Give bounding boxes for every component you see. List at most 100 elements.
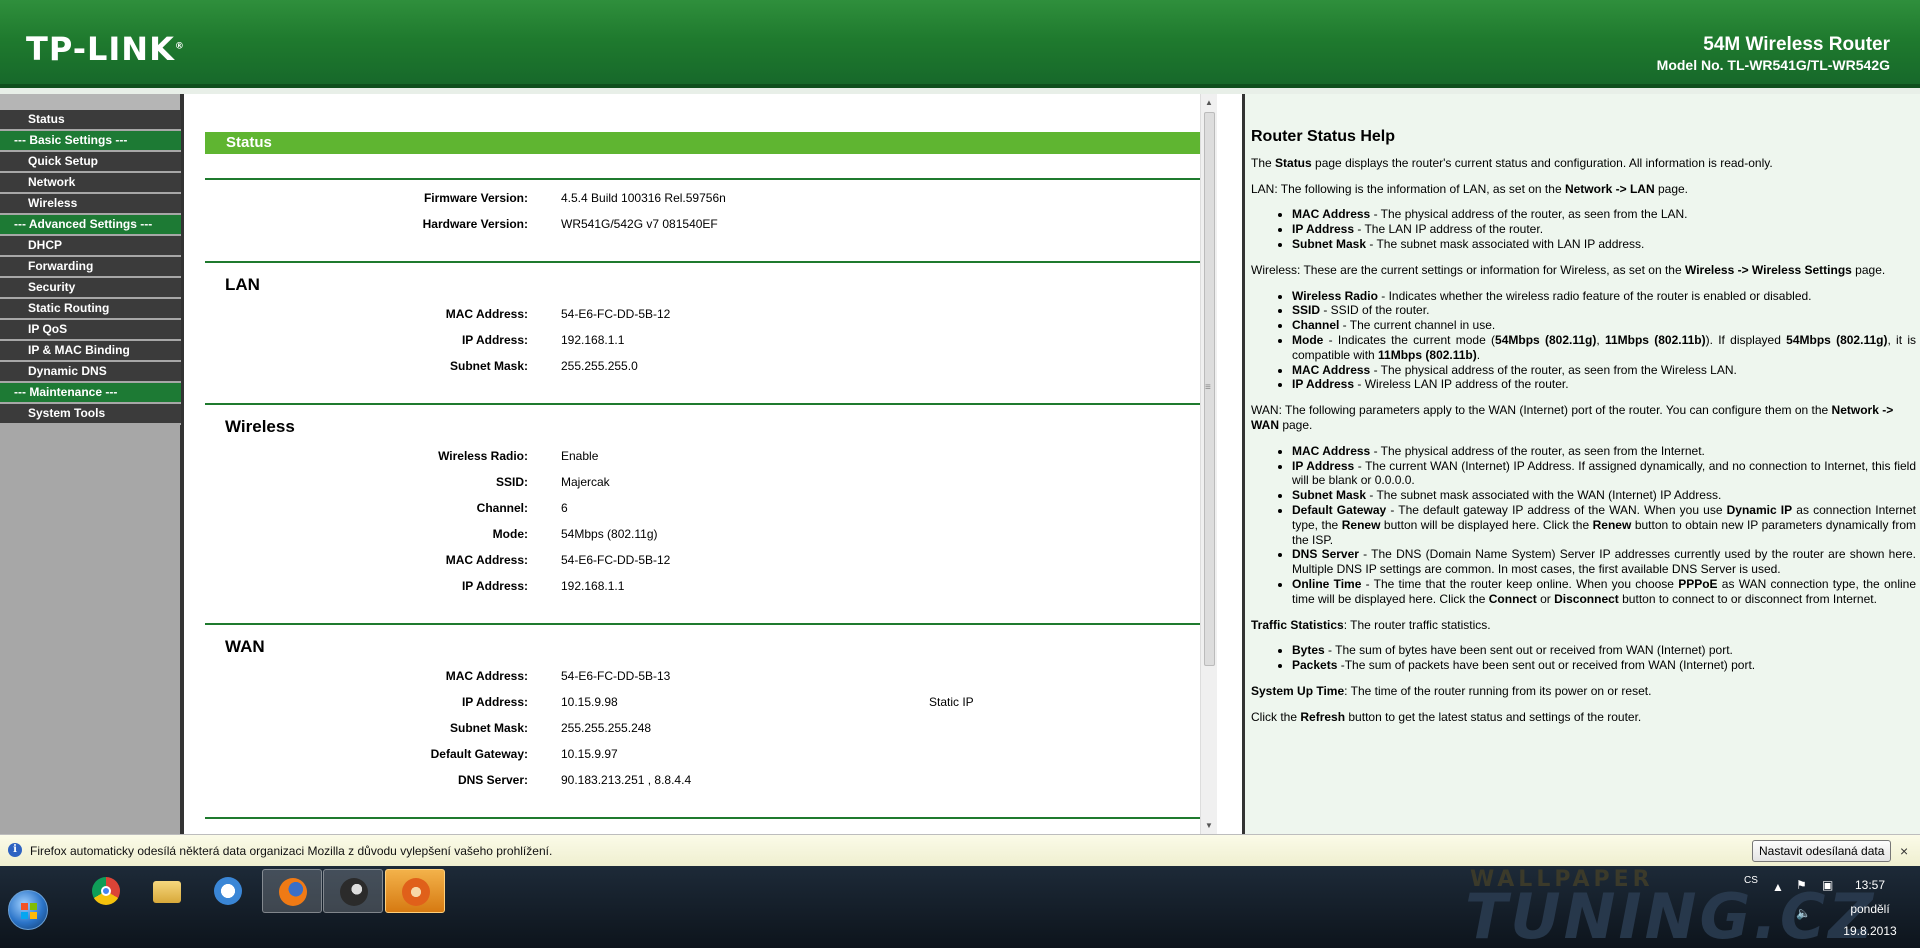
wireless-ip-value: 192.168.1.1 bbox=[561, 579, 625, 593]
menu-item-dhcp[interactable]: DHCP bbox=[0, 236, 181, 257]
menu-item-wireless[interactable]: Wireless bbox=[0, 194, 181, 215]
wan-mac-value: 54-E6-FC-DD-5B-13 bbox=[561, 669, 671, 683]
list-item: Mode - Indicates the current mode (54Mbp… bbox=[1292, 333, 1916, 363]
notification-text: Firefox automaticky odesílá některá data… bbox=[30, 844, 553, 858]
wan-ip-value: 10.15.9.98 bbox=[561, 695, 618, 709]
status-title-bar: Status bbox=[205, 132, 1217, 154]
menu-item-dynamic-dns[interactable]: Dynamic DNS bbox=[0, 362, 181, 383]
help-intro: The Status page displays the router's cu… bbox=[1251, 155, 1773, 170]
uplay-icon bbox=[214, 877, 242, 905]
wan-ip-label: IP Address: bbox=[461, 695, 528, 709]
scroll-down-arrow-icon[interactable]: ▼ bbox=[1205, 821, 1213, 830]
menu-top-spacer bbox=[0, 94, 180, 110]
divider bbox=[205, 403, 1217, 405]
header-banner: TP-LINK® 54M Wireless Router Model No. T… bbox=[0, 0, 1920, 88]
list-item: Wireless Radio - Indicates whether the w… bbox=[1292, 289, 1916, 304]
start-button[interactable] bbox=[8, 890, 48, 930]
menu-item-quick-setup[interactable]: Quick Setup bbox=[0, 152, 181, 173]
scroll-grip-icon: ≡ bbox=[1205, 382, 1211, 393]
menu-item-network[interactable]: Network bbox=[0, 173, 181, 194]
taskbar-media-app[interactable] bbox=[385, 869, 445, 913]
list-item: Online Time - The time that the router k… bbox=[1292, 577, 1916, 607]
show-hidden-icons-icon[interactable]: ▲ bbox=[1772, 880, 1784, 894]
wan-gateway-value: 10.15.9.97 bbox=[561, 747, 618, 761]
scroll-up-arrow-icon[interactable]: ▲ bbox=[1205, 98, 1213, 107]
help-wireless-list: Wireless Radio - Indicates whether the w… bbox=[1292, 289, 1916, 393]
firmware-version-label: Firmware Version: bbox=[423, 191, 528, 205]
list-item: Bytes - The sum of bytes have been sent … bbox=[1292, 643, 1916, 658]
lan-ip-label: IP Address: bbox=[461, 333, 528, 347]
mode-value: 54Mbps (802.11g) bbox=[561, 527, 658, 541]
wan-dns-value: 90.183.213.251 , 8.8.4.4 bbox=[561, 773, 692, 787]
model-number: Model No. TL-WR541G/TL-WR542G bbox=[1656, 57, 1890, 73]
wireless-radio-label: Wireless Radio: bbox=[438, 449, 528, 463]
menu-item-ip-qos[interactable]: IP QoS bbox=[0, 320, 181, 341]
list-item: DNS Server - The DNS (Domain Name System… bbox=[1292, 547, 1916, 577]
language-indicator[interactable]: CS bbox=[1744, 875, 1758, 886]
info-icon: i bbox=[8, 843, 22, 857]
divider bbox=[205, 623, 1217, 625]
menu-section-basic-settings[interactable]: --- Basic Settings --- bbox=[0, 131, 181, 152]
wan-connection-type: Static IP bbox=[929, 695, 974, 709]
wallpaper-text: TUNING.CZ bbox=[1465, 880, 1877, 948]
steam-icon bbox=[340, 878, 368, 906]
windows-taskbar: WALLPAPER TUNING.CZ CS ▲ ⚑ ▣ 🔈 13:57 pon… bbox=[0, 866, 1920, 948]
volume-icon[interactable]: 🔈 bbox=[1796, 906, 1811, 920]
menu-section-advanced-settings[interactable]: --- Advanced Settings --- bbox=[0, 215, 181, 236]
menu-item-security[interactable]: Security bbox=[0, 278, 181, 299]
list-item: MAC Address - The physical address of th… bbox=[1292, 207, 1916, 222]
help-wan-list: MAC Address - The physical address of th… bbox=[1292, 444, 1916, 607]
list-item: IP Address - Wireless LAN IP address of … bbox=[1292, 377, 1916, 392]
tp-link-logo: TP-LINK® bbox=[26, 30, 185, 68]
list-item: MAC Address - The physical address of th… bbox=[1292, 444, 1916, 459]
list-item: IP Address - The current WAN (Internet) … bbox=[1292, 459, 1916, 489]
menu-item-status[interactable]: Status bbox=[0, 110, 181, 131]
list-item: Packets -The sum of packets have been se… bbox=[1292, 658, 1916, 673]
list-item: Channel - The current channel in use. bbox=[1292, 318, 1916, 333]
help-lan-list: MAC Address - The physical address of th… bbox=[1292, 207, 1916, 251]
wan-section-title: WAN bbox=[225, 637, 265, 656]
mode-label: Mode: bbox=[492, 527, 528, 541]
wan-subnet-label: Subnet Mask: bbox=[449, 721, 528, 735]
content-scrollbar[interactable]: ▲ ≡ ▼ bbox=[1200, 94, 1217, 834]
ssid-value: Majercak bbox=[561, 475, 610, 489]
list-item: IP Address - The LAN IP address of the r… bbox=[1292, 222, 1916, 237]
data-settings-button[interactable]: Nastavit odesílaná data bbox=[1752, 840, 1892, 862]
ssid-label: SSID: bbox=[495, 475, 528, 489]
wan-mac-label: MAC Address: bbox=[445, 669, 528, 683]
menu-section-maintenance[interactable]: --- Maintenance --- bbox=[0, 383, 181, 404]
network-icon[interactable]: ▣ bbox=[1822, 878, 1833, 892]
menu-item-forwarding[interactable]: Forwarding bbox=[0, 257, 181, 278]
status-content-frame: Status Firmware Version: 4.5.4 Build 100… bbox=[188, 94, 1217, 834]
help-panel: Router Status Help The Status page displ… bbox=[1242, 94, 1920, 834]
menu-item-ip-mac-binding[interactable]: IP & MAC Binding bbox=[0, 341, 181, 362]
action-center-flag-icon[interactable]: ⚑ bbox=[1796, 878, 1807, 892]
windows-logo-icon bbox=[21, 903, 37, 919]
lan-section-title: LAN bbox=[225, 275, 260, 294]
channel-label: Channel: bbox=[476, 501, 528, 515]
taskbar-uplay[interactable] bbox=[198, 869, 258, 913]
help-wireless-heading: Wireless: These are the current settings… bbox=[1251, 262, 1886, 277]
help-wan-heading: WAN: The following parameters apply to t… bbox=[1251, 403, 1894, 432]
close-icon[interactable]: × bbox=[1900, 843, 1908, 859]
clock-date[interactable]: 19.8.2013 bbox=[1840, 924, 1900, 938]
taskbar-chrome[interactable] bbox=[76, 869, 136, 913]
wireless-section-title: Wireless bbox=[225, 417, 295, 436]
taskbar-firefox[interactable] bbox=[262, 869, 322, 913]
divider bbox=[205, 817, 1217, 819]
wan-gateway-label: Default Gateway: bbox=[430, 747, 528, 761]
left-navigation-menu: Status --- Basic Settings --- Quick Setu… bbox=[0, 94, 184, 834]
clock-time[interactable]: 13:57 bbox=[1840, 878, 1900, 892]
taskbar-steam[interactable] bbox=[323, 869, 383, 913]
lan-subnet-label: Subnet Mask: bbox=[449, 359, 528, 373]
menu-item-system-tools[interactable]: System Tools bbox=[0, 404, 181, 425]
lan-mac-value: 54-E6-FC-DD-5B-12 bbox=[561, 307, 671, 321]
clock-day[interactable]: pondělí bbox=[1840, 902, 1900, 916]
help-lan-heading: LAN: The following is the information of… bbox=[1251, 181, 1689, 196]
firefox-icon bbox=[279, 878, 307, 906]
taskbar-explorer[interactable] bbox=[137, 869, 197, 913]
menu-item-static-routing[interactable]: Static Routing bbox=[0, 299, 181, 320]
list-item: Subnet Mask - The subnet mask associated… bbox=[1292, 237, 1916, 252]
folder-icon bbox=[153, 881, 181, 903]
divider bbox=[205, 261, 1217, 263]
